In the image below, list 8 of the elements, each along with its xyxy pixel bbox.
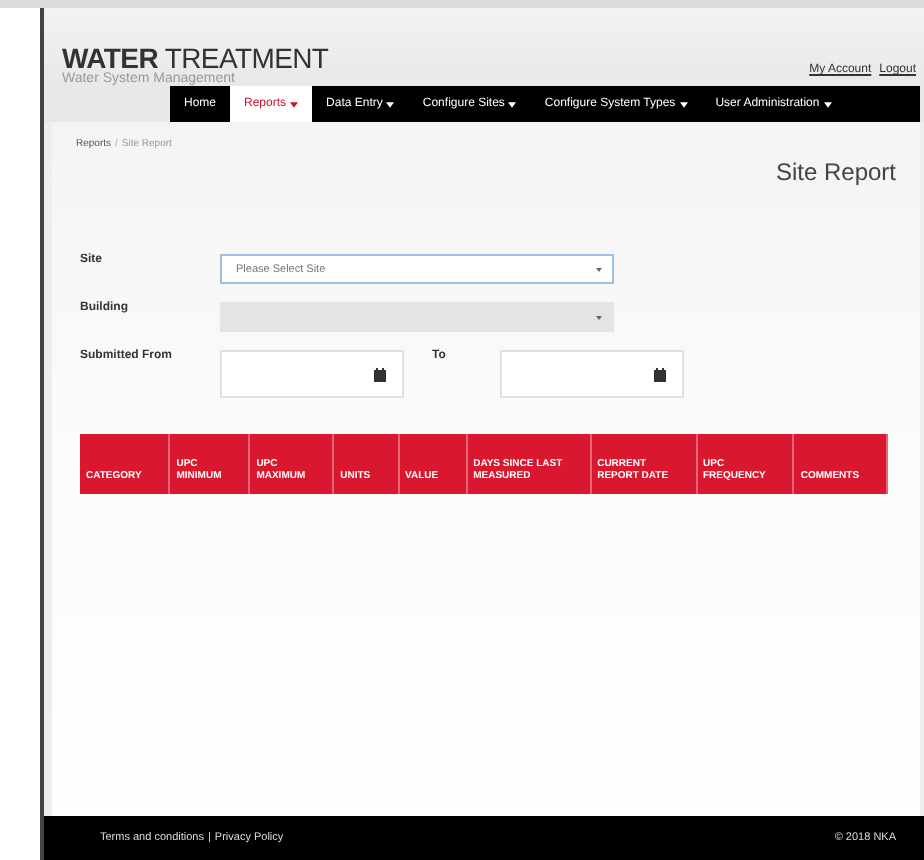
page-title: Site Report (775, 158, 896, 186)
calendar-icon (374, 367, 386, 381)
calendar-icon (654, 367, 666, 381)
site-logo[interactable]: WATER TREATMENT (62, 44, 329, 72)
caret-icon (596, 315, 602, 319)
caret-icon (596, 267, 602, 271)
date-field[interactable] (220, 350, 404, 398)
date-field[interactable] (500, 350, 684, 398)
